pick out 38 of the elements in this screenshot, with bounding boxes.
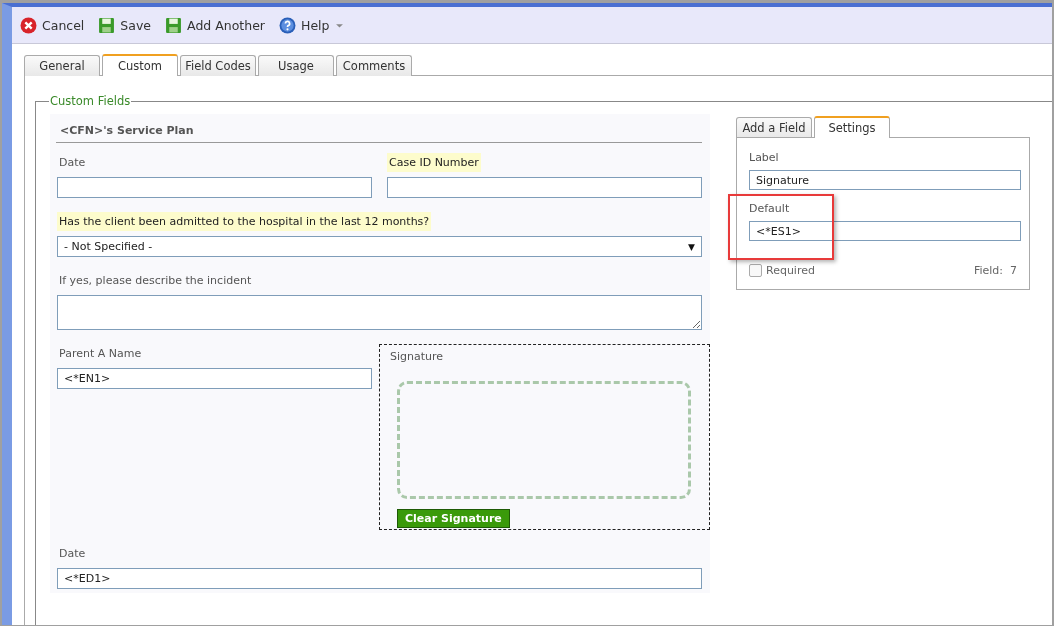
fieldset-legend: Custom Fields <box>49 94 132 108</box>
field-label: If yes, please describe the incident <box>58 273 253 289</box>
field-label: Has the client been admitted to the hospital in the last 12 months? <box>57 212 432 231</box>
field-label: Parent A Name <box>58 346 143 362</box>
dropdown[interactable]: - Not Specified - ▼ <box>57 236 702 257</box>
text-field[interactable] <box>57 177 372 198</box>
clear-signature-button[interactable]: Clear Signature <box>397 509 510 528</box>
field-label: Signature <box>389 349 445 365</box>
tab[interactable]: Settings <box>814 116 890 138</box>
checkbox-label: Required <box>766 264 815 277</box>
text-field[interactable]: <*EN1> <box>57 368 372 389</box>
tab[interactable]: Comments <box>336 55 412 76</box>
tab[interactable]: Custom <box>102 54 178 76</box>
field-label: Date <box>58 155 87 171</box>
tab[interactable]: Usage <box>258 55 334 76</box>
tab[interactable]: Field Codes <box>180 55 256 76</box>
cancel-button[interactable]: Cancel <box>20 16 85 34</box>
field-label: Case ID Number <box>387 153 481 172</box>
help-button[interactable]: Help <box>279 16 345 34</box>
text-area[interactable] <box>57 295 702 330</box>
text-field[interactable]: <*ES1> <box>749 221 1021 241</box>
checkbox[interactable] <box>749 264 762 277</box>
signature-pad[interactable] <box>397 381 691 499</box>
dropdown-arrow-icon: ▼ <box>688 241 695 252</box>
tab[interactable]: Add a Field <box>736 117 812 138</box>
close-icon <box>20 16 37 34</box>
field-label: Label <box>749 150 780 166</box>
text-field[interactable]: <*ED1> <box>57 568 702 589</box>
text-field[interactable] <box>387 177 702 198</box>
help-icon <box>279 16 296 34</box>
field-label: Default <box>749 201 791 217</box>
text-field[interactable]: Signature <box>749 170 1021 190</box>
field-label: Date <box>58 546 87 562</box>
tab[interactable]: General <box>24 55 100 76</box>
save-button[interactable]: Add Another <box>165 16 265 34</box>
form-title: <CFN>'s Service Plan <box>56 122 702 143</box>
save-button[interactable]: Save <box>98 16 152 34</box>
field-number: Field: 7 <box>973 264 1017 277</box>
